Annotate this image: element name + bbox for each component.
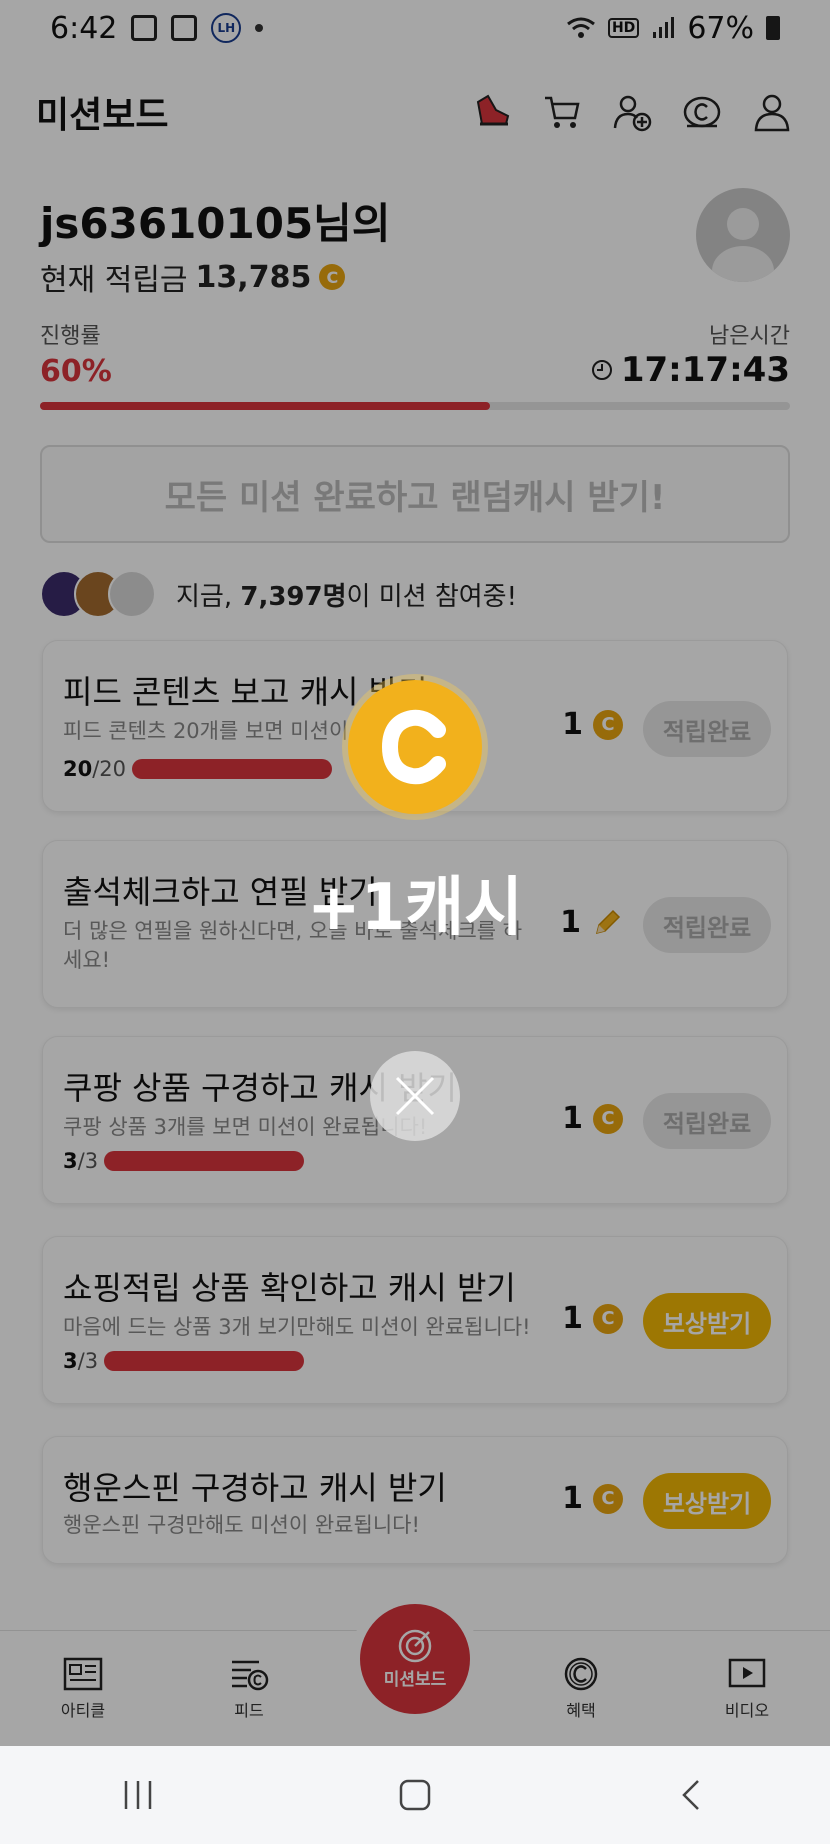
reward-cash-text: +1캐시	[307, 871, 523, 945]
close-icon	[395, 1076, 435, 1116]
system-nav-bar	[0, 1746, 830, 1844]
recent-apps-icon[interactable]	[120, 1778, 156, 1812]
close-button[interactable]	[370, 1051, 460, 1141]
home-icon[interactable]	[397, 1778, 433, 1812]
back-icon[interactable]	[674, 1778, 710, 1812]
big-coin-icon	[348, 680, 482, 814]
